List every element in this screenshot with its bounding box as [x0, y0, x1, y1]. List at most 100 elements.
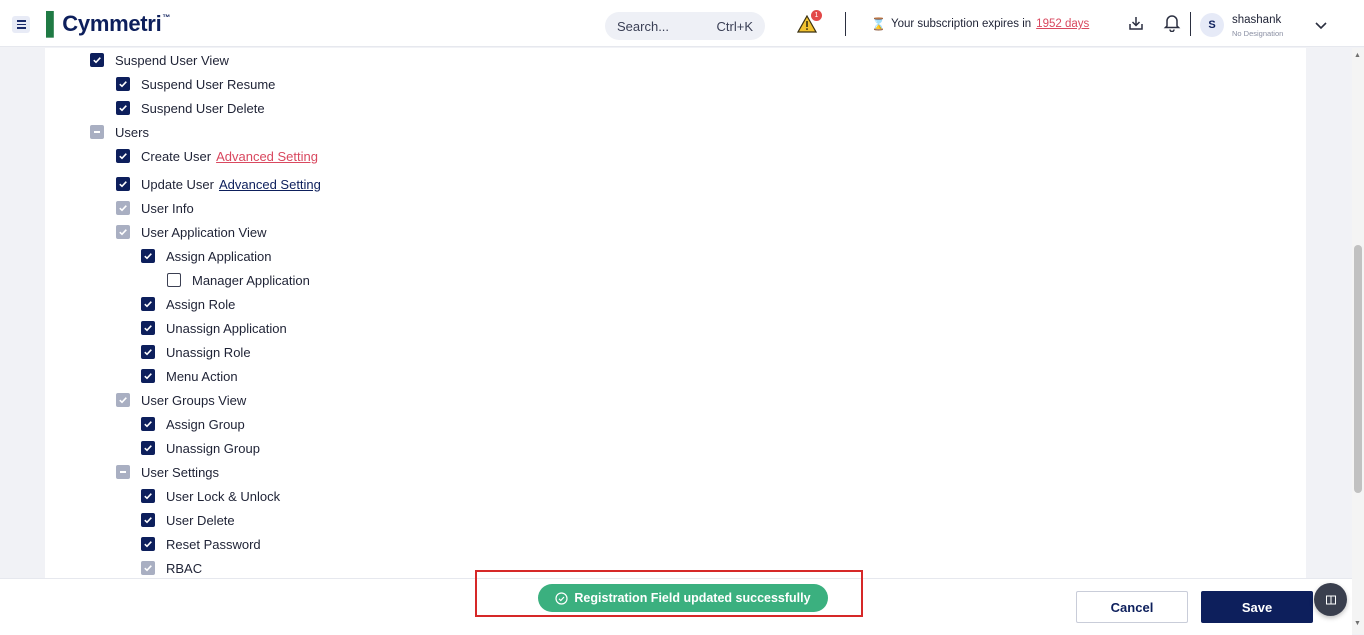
tree-item: Reset Password: [141, 536, 261, 552]
tree-item-label: Assign Application: [166, 248, 272, 264]
check-icon: [144, 421, 152, 428]
user-designation: No Designation: [1232, 29, 1284, 38]
scroll-down-arrow-icon[interactable]: ▼: [1354, 620, 1361, 627]
tree-item: RBAC: [141, 560, 202, 576]
tree-item-label: Reset Password: [166, 536, 261, 552]
permission-checkbox[interactable]: [141, 489, 155, 503]
save-button[interactable]: Save: [1201, 591, 1313, 623]
tree-item: Update User Advanced Setting: [116, 176, 321, 192]
check-icon: [119, 105, 127, 112]
tree-item-label: Assign Role: [166, 296, 236, 312]
tree-item: Suspend User Delete: [116, 100, 265, 116]
permission-checkbox[interactable]: [167, 273, 181, 287]
check-icon: [144, 349, 152, 356]
subscription-notice: ⌛ Your subscription expires in 1952 days: [871, 17, 1089, 31]
permission-checkbox[interactable]: [116, 77, 130, 91]
tree-item: User Settings: [116, 464, 219, 480]
permission-checkbox[interactable]: [141, 369, 155, 383]
permission-checkbox[interactable]: [116, 465, 130, 479]
check-icon: [119, 181, 127, 188]
tree-item: Suspend User View: [90, 52, 229, 68]
book-icon: [1325, 595, 1336, 604]
tree-item: User Application View: [116, 224, 267, 240]
permission-checkbox[interactable]: [116, 101, 130, 115]
advanced-setting-link[interactable]: Advanced Setting: [216, 149, 318, 164]
search-input[interactable]: Search... Ctrl+K: [605, 12, 765, 40]
tree-item-label: Update User: [141, 176, 214, 192]
tree-item: Assign Role: [141, 296, 235, 312]
check-icon: [144, 517, 152, 524]
check-icon: [93, 57, 101, 64]
tree-item: User Delete: [141, 512, 235, 528]
tree-item-label: User Settings: [141, 464, 220, 480]
tree-item-label: User Application View: [141, 224, 267, 240]
permission-checkbox[interactable]: [90, 125, 104, 139]
tree-item-label: Unassign Role: [166, 344, 251, 360]
permission-checkbox[interactable]: [116, 393, 130, 407]
search-placeholder: Search...: [617, 18, 670, 34]
tree-item: Users: [90, 124, 149, 140]
help-button[interactable]: [1314, 583, 1347, 616]
tree-item-label: RBAC: [166, 560, 203, 576]
tree-item: Create User Advanced Setting: [116, 148, 318, 164]
check-icon: [119, 205, 127, 212]
check-icon: [144, 373, 152, 380]
tree-item-label: Suspend User Delete: [141, 100, 265, 116]
cymmetri-logo[interactable]: ▌ Cymmetri ™: [46, 11, 170, 37]
cancel-button[interactable]: Cancel: [1076, 591, 1188, 623]
permission-checkbox[interactable]: [141, 537, 155, 551]
permission-checkbox[interactable]: [141, 561, 155, 575]
user-name: shashank: [1232, 14, 1282, 26]
permission-checkbox[interactable]: [141, 417, 155, 431]
permission-checkbox[interactable]: [116, 225, 130, 239]
download-icon[interactable]: [1127, 14, 1145, 37]
warning-alert-button[interactable]: 1: [796, 10, 822, 33]
tree-item-label: User Delete: [166, 512, 235, 528]
header-divider-2: [1190, 12, 1191, 36]
permission-checkbox[interactable]: [141, 249, 155, 263]
tree-item-label: Unassign Group: [166, 440, 260, 456]
permission-checkbox[interactable]: [141, 345, 155, 359]
permission-checkbox[interactable]: [116, 201, 130, 215]
tree-item: Assign Group: [141, 416, 245, 432]
subscription-text: Your subscription expires in: [890, 18, 1032, 30]
chevron-down-icon[interactable]: [1314, 18, 1328, 36]
avatar[interactable]: S: [1200, 13, 1224, 37]
logo-text: Cymmetri: [62, 11, 162, 36]
tree-item: Manager Application: [167, 272, 310, 288]
scrollbar-thumb[interactable]: [1354, 245, 1362, 493]
permission-checkbox[interactable]: [116, 149, 130, 163]
hourglass-icon: ⌛: [871, 17, 886, 31]
permission-checkbox[interactable]: [116, 177, 130, 191]
permissions-tree: Suspend User View Suspend User Resume Susp…: [45, 48, 1306, 578]
tree-item: Unassign Role: [141, 344, 251, 360]
check-icon: [119, 81, 127, 88]
tree-item: Assign Application: [141, 248, 272, 264]
scroll-up-arrow-icon[interactable]: ▲: [1354, 52, 1361, 59]
tree-item-label: Menu Action: [166, 368, 238, 384]
toast-highlight-box: [475, 570, 863, 617]
tree-item-label: Create User: [141, 148, 212, 164]
permission-checkbox[interactable]: [141, 513, 155, 527]
check-icon: [144, 445, 152, 452]
tree-item: User Groups View: [116, 392, 246, 408]
tree-item-label: Assign Group: [166, 416, 245, 432]
search-shortcut: Ctrl+K: [716, 18, 753, 34]
check-icon: [119, 153, 127, 160]
menu-icon[interactable]: [12, 16, 30, 33]
permission-checkbox[interactable]: [141, 321, 155, 335]
permission-checkbox[interactable]: [90, 53, 104, 67]
bell-icon[interactable]: [1163, 13, 1181, 37]
subscription-days-link[interactable]: 1952 days: [1036, 18, 1089, 30]
check-icon: [144, 493, 152, 500]
check-icon: [119, 229, 127, 236]
advanced-setting-link[interactable]: Advanced Setting: [219, 177, 321, 192]
check-icon: [144, 541, 152, 548]
tree-item-label: Suspend User Resume: [141, 76, 276, 92]
permission-checkbox[interactable]: [141, 297, 155, 311]
tree-item-label: Manager Application: [192, 272, 310, 288]
permission-checkbox[interactable]: [141, 441, 155, 455]
logo-trademark: ™: [162, 13, 171, 22]
top-header: ▌ Cymmetri ™ Search... Ctrl+K 1 ⌛ Your s…: [0, 0, 1364, 47]
tree-item-label: Suspend User View: [115, 52, 229, 68]
